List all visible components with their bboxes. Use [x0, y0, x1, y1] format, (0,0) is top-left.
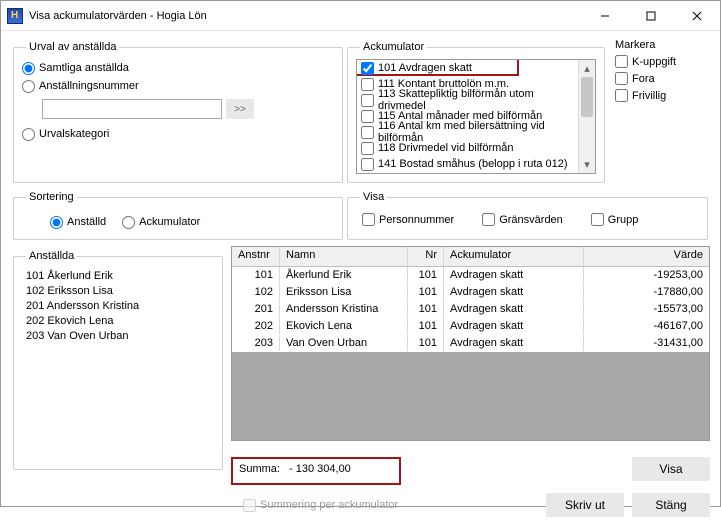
print-button[interactable]: Skriv ut	[546, 493, 624, 517]
scroll-up-icon[interactable]: ▴	[579, 60, 595, 77]
table-row[interactable]: 203Van Oven Urban101Avdragen skatt-31431…	[232, 335, 709, 352]
accumulator-listbox[interactable]: 101 Avdragen skatt111 Kontant bruttolön …	[356, 59, 596, 174]
markera-legend: Markera	[615, 39, 710, 51]
close-button[interactable]	[674, 1, 720, 31]
scroll-down-icon[interactable]: ▾	[579, 156, 595, 173]
list-item[interactable]: 202 Ekovich Lena	[26, 315, 210, 330]
sorting-groupbox: Sortering Anställd Ackumulator	[13, 191, 343, 240]
accumulator-item-141[interactable]: 141 Bostad småhus (belopp i ruta 012)	[357, 156, 578, 172]
radio-nr-label: Anställningsnummer	[39, 80, 139, 92]
accumulator-scrollbar[interactable]: ▴ ▾	[578, 60, 595, 173]
maximize-button[interactable]	[628, 1, 674, 31]
window-title: Visa ackumulatorvärden - Hogia Lön	[29, 10, 207, 22]
radio-all-label: Samtliga anställda	[39, 62, 129, 74]
grid-header-varde[interactable]: Värde	[584, 247, 709, 266]
table-row[interactable]: 201Andersson Kristina101Avdragen skatt-1…	[232, 301, 709, 318]
grid-header-anstnr[interactable]: Anstnr	[232, 247, 280, 266]
visa-personnummer[interactable]: Personnummer	[362, 213, 454, 226]
urval-groupbox: Urval av anställda Samtliga anställda An…	[13, 41, 343, 183]
markera-frivillig[interactable]: Frivillig	[615, 87, 710, 104]
sorting-legend: Sortering	[26, 191, 77, 203]
accumulator-item-113[interactable]: 113 Skattepliktig bilförmån utom drivmed…	[357, 92, 578, 108]
grid-header: Anstnr Namn Nr Ackumulator Värde	[232, 247, 709, 267]
radio-selection-category-input[interactable]	[22, 128, 35, 141]
results-grid[interactable]: Anstnr Namn Nr Ackumulator Värde 101Åker…	[231, 246, 710, 441]
table-row[interactable]: 202Ekovich Lena101Avdragen skatt-46167,0…	[232, 318, 709, 335]
visa-legend: Visa	[360, 191, 387, 203]
employees-list[interactable]: 101 Åkerlund Erik102 Eriksson Lisa201 An…	[22, 268, 214, 347]
radio-employee-number-input[interactable]	[22, 80, 35, 93]
sort-by-accumulator[interactable]: Ackumulator	[122, 213, 200, 231]
scroll-thumb[interactable]	[581, 77, 593, 117]
app-icon	[7, 8, 23, 24]
minimize-button[interactable]	[582, 1, 628, 31]
visa-grupp[interactable]: Grupp	[591, 213, 639, 226]
sort-by-employee[interactable]: Anställd	[50, 213, 106, 231]
sum-per-accumulator-checkbox[interactable]: Summering per ackumulator	[239, 496, 398, 515]
accumulator-item-142[interactable]: 142 Kost (belopp i ruta 012)	[357, 172, 578, 174]
urval-legend: Urval av anställda	[26, 41, 119, 53]
table-row[interactable]: 102Eriksson Lisa101Avdragen skatt-17880,…	[232, 284, 709, 301]
close-dialog-button[interactable]: Stäng	[632, 493, 710, 517]
radio-all-employees-input[interactable]	[22, 62, 35, 75]
employees-legend: Anställda	[26, 250, 77, 262]
markera-fora[interactable]: Fora	[615, 70, 710, 87]
titlebar: Visa ackumulatorvärden - Hogia Lön	[1, 1, 720, 31]
accumulator-item-116[interactable]: 116 Antal km med bilersättning vid bilfö…	[357, 124, 578, 140]
go-btn-label: >>	[234, 104, 246, 115]
grid-header-namn[interactable]: Namn	[280, 247, 408, 266]
markera-kuppgift[interactable]: K-uppgift	[615, 53, 710, 70]
scroll-track[interactable]	[579, 77, 595, 156]
list-item[interactable]: 201 Andersson Kristina	[26, 300, 210, 315]
list-item[interactable]: 203 Van Oven Urban	[26, 330, 210, 345]
radio-cat-label: Urvalskategori	[39, 128, 109, 140]
radio-selection-category[interactable]: Urvalskategori	[22, 125, 334, 143]
accumulator-legend: Ackumulator	[360, 41, 427, 53]
employees-groupbox: Anställda 101 Åkerlund Erik102 Eriksson …	[13, 250, 223, 470]
summa-label: Summa:	[239, 463, 280, 475]
visa-groupbox: Visa Personnummer Gränsvärden Grupp	[347, 191, 708, 240]
visa-button[interactable]: Visa	[632, 457, 710, 481]
list-item[interactable]: 102 Eriksson Lisa	[26, 285, 210, 300]
radio-all-employees[interactable]: Samtliga anställda	[22, 59, 334, 77]
visa-gransvarden[interactable]: Gränsvärden	[482, 213, 563, 226]
employee-number-go-button[interactable]: >>	[226, 99, 254, 119]
summa-box: Summa: - 130 304,00	[231, 457, 401, 485]
summa-value: - 130 304,00	[289, 463, 351, 475]
radio-employee-number[interactable]: Anställningsnummer	[22, 77, 334, 95]
employee-number-field[interactable]	[42, 99, 222, 119]
grid-header-nr[interactable]: Nr	[408, 247, 444, 266]
grid-header-ack[interactable]: Ackumulator	[444, 247, 584, 266]
list-item[interactable]: 101 Åkerlund Erik	[26, 270, 210, 285]
accumulator-groupbox: Ackumulator 101 Avdragen skatt111 Kontan…	[347, 41, 605, 183]
accumulator-item-101[interactable]: 101 Avdragen skatt	[357, 60, 578, 76]
table-row[interactable]: 101Åkerlund Erik101Avdragen skatt-19253,…	[232, 267, 709, 284]
